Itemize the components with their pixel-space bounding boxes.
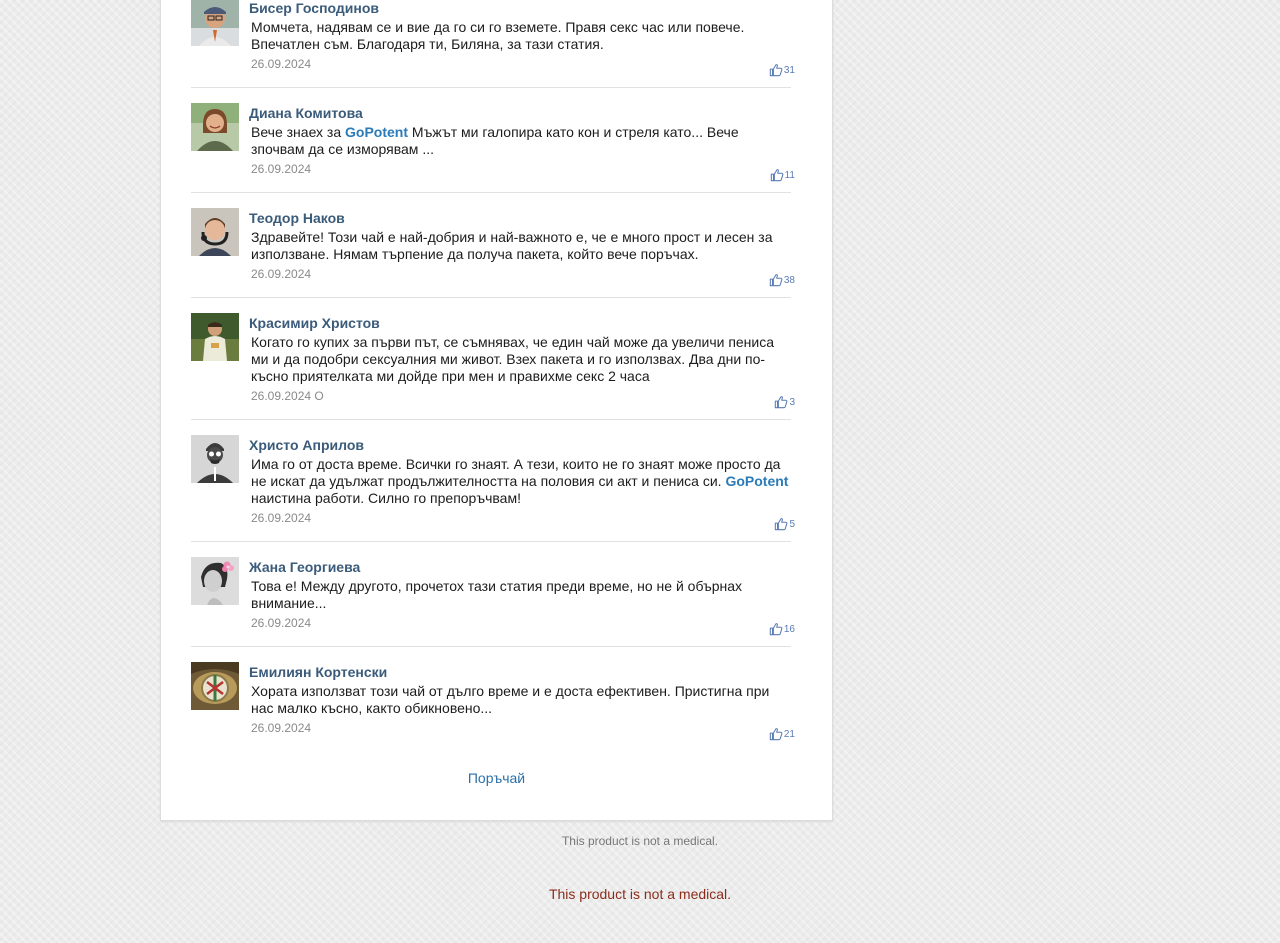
- thumbs-up-icon: [775, 518, 788, 531]
- comment-date: 26.09.2024: [251, 616, 312, 630]
- footer-disclaimer: This product is not a medical.: [548, 886, 732, 902]
- like-button[interactable]: 11: [770, 168, 795, 182]
- comment-item: Диана Комитова Вече знаех за GoPotent Мъ…: [191, 88, 795, 193]
- avatar: [191, 557, 239, 605]
- comment-date: 26.09.2024: [251, 162, 312, 176]
- comment-text-part: Когато го купих за първи път, се съмнява…: [251, 334, 775, 384]
- like-count: 21: [783, 728, 795, 740]
- comment-item: Красимир Христов Когато го купих за първ…: [191, 298, 795, 420]
- comment-text: Момчета, надявам се и вие да го си го вз…: [251, 19, 791, 53]
- like-button[interactable]: 16: [769, 622, 795, 636]
- avatar: [191, 435, 239, 483]
- comment-item: Теодор Наков Здравейте! Този чай е най-д…: [191, 193, 795, 298]
- man-cap-glasses-avatar: [191, 0, 239, 46]
- comment-item: Жана Георгиева Това е! Между другото, пр…: [191, 542, 795, 647]
- thumbs-up-icon: [769, 274, 783, 287]
- comment-text-part: Вече знаех за: [251, 124, 346, 140]
- comments-panel: Бисер Господинов Момчета, надявам се и в…: [160, 0, 833, 821]
- comment-author[interactable]: Красимир Христов: [249, 315, 380, 331]
- comment-text-part: наистина работи. Силно го препоръчвам!: [251, 490, 521, 506]
- like-count: 5: [789, 518, 795, 530]
- woman-smiling-avatar: [191, 103, 239, 151]
- thumbs-up-icon: [769, 728, 783, 741]
- comment-item: Емилиян Кортенски Хората използват този …: [191, 647, 795, 752]
- young-man-headphones-avatar: [191, 208, 239, 256]
- avatar: [191, 662, 239, 710]
- like-button[interactable]: 3: [774, 395, 795, 409]
- comment-item: Христо Априлов Има го от доста време. Вс…: [191, 420, 795, 542]
- comment-author[interactable]: Диана Комитова: [249, 105, 363, 121]
- avatar: [191, 0, 239, 46]
- man-outdoors-avatar: [191, 313, 239, 361]
- comment-date: 26.09.2024: [251, 721, 312, 735]
- like-count: 16: [783, 623, 795, 635]
- comment-text: Има го от доста време. Всички го знаят. …: [251, 456, 791, 507]
- comment-author[interactable]: Бисер Господинов: [249, 0, 379, 16]
- comment-author[interactable]: Жана Георгиева: [249, 559, 360, 575]
- order-link[interactable]: Поръчай: [161, 770, 832, 786]
- comment-text-part: Хората използват този чай от дълго време…: [251, 683, 770, 716]
- comment-date: 26.09.2024 О: [251, 389, 324, 403]
- comment-text-part: Здравейте! Този чай е най-добрия и най-в…: [251, 229, 773, 262]
- comment-text-part: Момчета, надявам се и вие да го си го вз…: [251, 19, 745, 52]
- thumbs-up-icon: [769, 623, 783, 636]
- comment-author[interactable]: Христо Априлов: [249, 437, 364, 453]
- like-button[interactable]: 21: [769, 727, 795, 741]
- woman-flower-bw-avatar: [191, 557, 239, 605]
- brand-link[interactable]: GoPotent: [345, 124, 408, 140]
- brand-link[interactable]: GoPotent: [725, 473, 788, 489]
- like-count: 3: [789, 396, 795, 408]
- like-button[interactable]: 5: [774, 517, 795, 531]
- comment-text-part: Това е! Между другото, прочетох тази ста…: [251, 578, 743, 611]
- comment-date: 26.09.2024: [251, 267, 312, 281]
- avatar: [191, 103, 239, 151]
- comment-text: Здравейте! Този чай е най-добрия и най-в…: [251, 229, 791, 263]
- comment-text-part: Има го от доста време. Всички го знаят. …: [251, 456, 781, 489]
- comment-date: 26.09.2024: [251, 57, 312, 71]
- comment-author[interactable]: Емилиян Кортенски: [249, 664, 387, 680]
- thumbs-up-icon: [775, 396, 788, 409]
- car-emblem-avatar: [191, 662, 239, 710]
- comment-author[interactable]: Теодор Наков: [249, 210, 345, 226]
- thumbs-up-icon: [769, 64, 783, 77]
- like-count: 38: [783, 274, 795, 286]
- comments-list: Бисер Господинов Момчета, надявам се и в…: [191, 0, 795, 752]
- footer-disclaimer-small: This product is not a medical.: [561, 834, 719, 848]
- comment-item: Бисер Господинов Момчета, надявам се и в…: [191, 0, 795, 88]
- hipster-silhouette-avatar: [191, 435, 239, 483]
- comment-text: Когато го купих за първи път, се съмнява…: [251, 334, 791, 385]
- comment-date: 26.09.2024: [251, 511, 312, 525]
- like-button[interactable]: 31: [769, 63, 795, 77]
- avatar: [191, 208, 239, 256]
- like-count: 11: [784, 169, 795, 181]
- avatar: [191, 313, 239, 361]
- comment-text: Това е! Между другото, прочетох тази ста…: [251, 578, 791, 612]
- thumbs-up-icon: [770, 169, 784, 182]
- like-count: 31: [783, 64, 795, 76]
- comment-text: Вече знаех за GoPotent Мъжът ми галопира…: [251, 124, 791, 158]
- comment-text: Хората използват този чай от дълго време…: [251, 683, 791, 717]
- like-button[interactable]: 38: [769, 273, 795, 287]
